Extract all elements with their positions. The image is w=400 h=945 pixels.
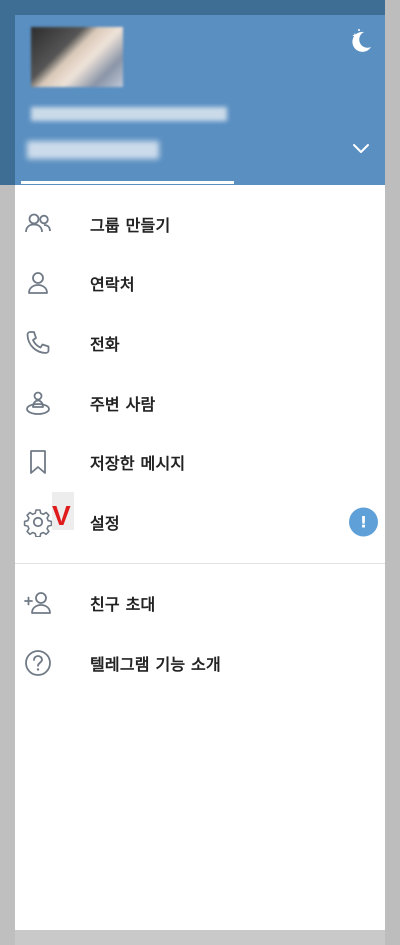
menu-item-new-group[interactable]: 그룹 만들기	[15, 194, 385, 254]
menu-item-label: 연락처	[90, 275, 135, 295]
menu-item-label: 친구 초대	[90, 595, 156, 615]
moon-icon[interactable]	[347, 27, 375, 55]
menu-item-calls[interactable]: 전화	[15, 313, 385, 373]
header-underline	[21, 181, 234, 184]
menu-item-saved-messages[interactable]: 저장한 메시지	[15, 432, 385, 492]
gear-icon	[23, 507, 53, 537]
bookmark-icon	[23, 447, 53, 477]
phone-icon	[23, 328, 53, 358]
backdrop-right	[385, 0, 400, 945]
drawer-header[interactable]	[15, 15, 385, 185]
menu-item-label: 그룹 만들기	[90, 215, 171, 235]
add-person-icon	[23, 588, 53, 618]
menu-item-label: 주변 사람	[90, 394, 156, 414]
drawer-menu: 그룹 만들기 연락처 전화 주변 사람 저장한 메시지 설정 ! 친구 초대 텔…	[15, 194, 385, 693]
menu-item-label: 전화	[90, 334, 120, 354]
annotation-check-mark: V	[52, 500, 71, 531]
menu-item-label: 저장한 메시지	[90, 454, 186, 474]
menu-item-telegram-features[interactable]: 텔레그램 기능 소개	[15, 633, 385, 693]
profile-name	[31, 107, 227, 121]
profile-phone	[27, 141, 159, 159]
navigation-drawer: 그룹 만들기 연락처 전화 주변 사람 저장한 메시지 설정 ! 친구 초대 텔…	[15, 15, 385, 930]
menu-item-people-nearby[interactable]: 주변 사람	[15, 373, 385, 433]
people-nearby-icon	[23, 388, 53, 418]
avatar[interactable]	[31, 27, 123, 87]
menu-item-label: 텔레그램 기능 소개	[90, 654, 221, 674]
menu-item-invite-friends[interactable]: 친구 초대	[15, 574, 385, 634]
help-icon	[23, 648, 53, 678]
chevron-down-icon[interactable]	[351, 141, 371, 155]
group-icon	[23, 209, 53, 239]
person-icon	[23, 268, 53, 298]
menu-item-contacts[interactable]: 연락처	[15, 254, 385, 314]
menu-divider	[15, 562, 385, 564]
menu-item-label: 설정	[90, 513, 120, 533]
settings-alert-badge: !	[349, 507, 378, 537]
